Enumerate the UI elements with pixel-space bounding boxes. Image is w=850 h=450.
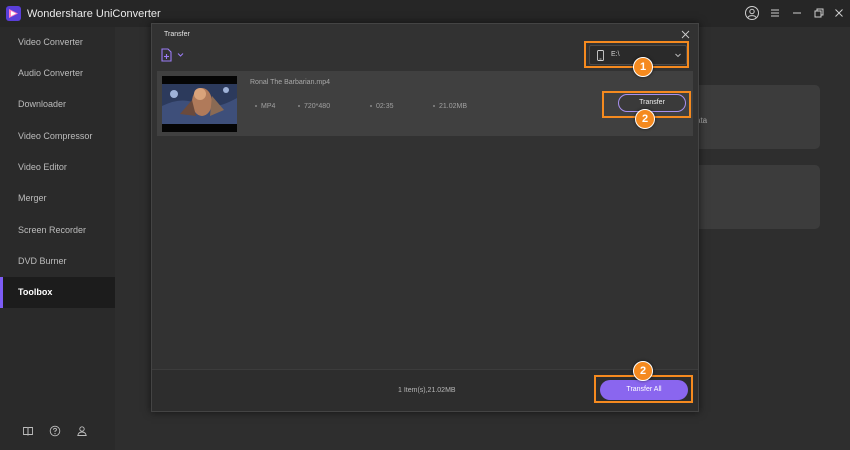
- app-logo-icon: [6, 6, 21, 21]
- add-file-icon[interactable]: [160, 48, 174, 62]
- sidebar-item-toolbox[interactable]: Toolbox: [0, 277, 115, 308]
- file-resolution: 720*480: [298, 103, 330, 110]
- app-window: Wondershare UniConverter Video Converter: [0, 0, 850, 450]
- video-thumbnail: [162, 76, 237, 132]
- items-summary: 1 Item(s),21.02MB: [398, 387, 456, 394]
- sidebar-item-screen-recorder[interactable]: Screen Recorder: [0, 215, 115, 246]
- dialog-title: Transfer: [164, 31, 190, 38]
- close-icon[interactable]: [681, 30, 690, 39]
- sidebar-item-label: Video Editor: [18, 162, 67, 172]
- tool-card[interactable]: [690, 165, 820, 229]
- close-icon[interactable]: [831, 5, 847, 21]
- app-title: Wondershare UniConverter: [27, 8, 161, 20]
- sidebar-item-audio-converter[interactable]: Audio Converter: [0, 58, 115, 89]
- sidebar-item-label: Video Compressor: [18, 131, 93, 141]
- help-icon[interactable]: [49, 425, 61, 437]
- file-size-value: 21.02MB: [439, 103, 468, 110]
- minimize-icon[interactable]: [789, 5, 805, 21]
- file-duration-value: 02:35: [376, 103, 394, 110]
- callout-badge: 2: [633, 361, 653, 381]
- sidebar-item-video-editor[interactable]: Video Editor: [0, 152, 115, 183]
- sidebar-item-dvd-burner[interactable]: DVD Burner: [0, 246, 115, 277]
- account-icon[interactable]: [76, 425, 88, 437]
- sidebar-item-video-compressor[interactable]: Video Compressor: [0, 121, 115, 152]
- sidebar: Video Converter Audio Converter Download…: [0, 27, 115, 450]
- callout-badge: 1: [633, 57, 653, 77]
- tool-card[interactable]: [690, 85, 820, 149]
- active-indicator: [0, 277, 3, 308]
- file-format-value: MP4: [261, 103, 276, 110]
- sidebar-item-label: Audio Converter: [18, 68, 84, 78]
- restore-icon[interactable]: [811, 5, 827, 21]
- callout-badge: 2: [635, 109, 655, 129]
- file-resolution-value: 720*480: [304, 103, 331, 110]
- sidebar-item-label: Merger: [18, 193, 47, 203]
- file-duration: 02:35: [370, 103, 394, 110]
- file-size: 21.02MB: [433, 103, 467, 110]
- transfer-dialog: Transfer E:\ Ronal The Barbarian.mp4 MP4…: [151, 23, 699, 412]
- file-name: Ronal The Barbarian.mp4: [250, 79, 331, 86]
- sidebar-item-label: Video Converter: [18, 37, 83, 47]
- menu-icon[interactable]: [767, 5, 783, 21]
- thumbnail-image: [162, 76, 237, 132]
- sidebar-item-label: Screen Recorder: [18, 225, 87, 235]
- sidebar-item-label: Downloader: [18, 99, 67, 109]
- book-icon[interactable]: [22, 425, 34, 437]
- user-icon[interactable]: [744, 5, 760, 21]
- chevron-down-icon[interactable]: [177, 52, 184, 58]
- sidebar-item-video-converter[interactable]: Video Converter: [0, 27, 115, 58]
- sidebar-item-merger[interactable]: Merger: [0, 183, 115, 214]
- sidebar-item-label: DVD Burner: [18, 256, 67, 266]
- sidebar-item-downloader[interactable]: Downloader: [0, 89, 115, 120]
- sidebar-item-label: Toolbox: [18, 287, 53, 297]
- file-format: MP4: [255, 103, 275, 110]
